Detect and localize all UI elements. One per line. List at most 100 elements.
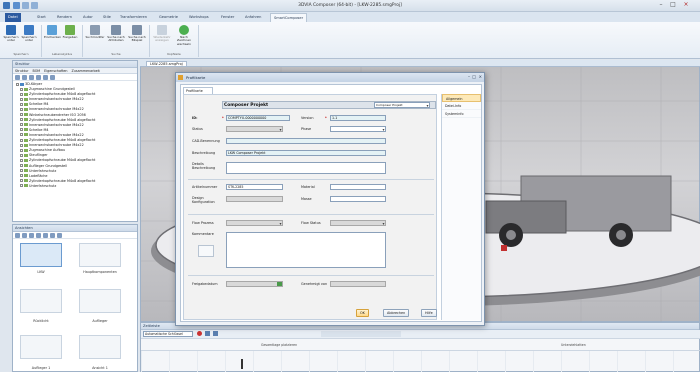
collapse-icon[interactable] xyxy=(22,75,27,80)
expand-toggle-icon[interactable] xyxy=(20,179,23,183)
search-example-button[interactable]: Suche nach Bilspiel xyxy=(127,25,147,43)
switch-drawing-button[interactable]: Nach Zeichnen wechseln xyxy=(173,25,195,46)
comments-field[interactable] xyxy=(226,232,386,268)
close-button[interactable]: × xyxy=(681,2,691,9)
tab-fenster[interactable]: Fenster xyxy=(218,13,237,22)
expand-toggle-icon[interactable] xyxy=(20,143,23,147)
phase-dropdown[interactable] xyxy=(330,126,386,132)
tab-transformieren[interactable]: Transformieren xyxy=(117,13,150,22)
subtab-bom[interactable]: BOM xyxy=(32,69,40,73)
sidebar-item-system-info[interactable]: Systeminfo xyxy=(442,110,481,118)
sidebar-item-file-info[interactable]: Datei-Info xyxy=(442,102,481,110)
dialog-minimize-button[interactable]: – xyxy=(468,74,470,79)
release-date-field[interactable] xyxy=(226,281,283,287)
visibility-icon[interactable] xyxy=(43,75,48,80)
expand-toggle-icon[interactable] xyxy=(20,107,23,111)
expand-toggle-icon[interactable] xyxy=(20,87,23,91)
subtab-structure[interactable]: Struktur xyxy=(15,69,28,73)
expand-toggle-icon[interactable] xyxy=(20,153,23,157)
expand-toggle-icon[interactable] xyxy=(20,169,23,173)
sidebar-item-general[interactable]: Allgemein xyxy=(442,94,481,102)
tab-start[interactable]: Start xyxy=(34,13,49,22)
search-modifier-button[interactable]: Suchmodifer xyxy=(85,25,105,39)
expand-toggle-icon[interactable] xyxy=(20,184,23,188)
id-field[interactable]: COMPTYU-0000000000 xyxy=(226,115,290,121)
view-thumbnail[interactable] xyxy=(20,243,62,267)
expand-toggle-icon[interactable] xyxy=(20,128,23,132)
details-field[interactable] xyxy=(226,162,386,174)
select-icon[interactable] xyxy=(36,75,41,80)
timeline-track[interactable] xyxy=(141,351,700,372)
dialog-maximize-button[interactable]: □ xyxy=(472,74,476,79)
save-button[interactable]: Speichern unter xyxy=(3,25,19,43)
expand-toggle-icon[interactable] xyxy=(20,164,23,167)
expand-toggle-icon[interactable] xyxy=(20,158,23,162)
play-icon[interactable] xyxy=(29,233,34,238)
checkin-button[interactable]: Einchecken xyxy=(44,25,61,39)
subtab-properties[interactable]: Eigenschaften xyxy=(44,69,67,73)
cancel-button[interactable]: Abbrechen xyxy=(383,309,410,317)
expand-toggle-icon[interactable] xyxy=(20,148,23,152)
flow-process-dropdown[interactable] xyxy=(226,220,283,226)
maximize-button[interactable]: □ xyxy=(668,2,678,9)
tab-geometrie[interactable]: Geometrie xyxy=(156,13,181,22)
timeline-ruler[interactable]: Gesamtlage platzieren Unterziehlatten xyxy=(141,341,700,351)
tab-rendern[interactable]: Rendern xyxy=(54,13,75,22)
tab-workshops[interactable]: Workshops xyxy=(186,13,212,22)
view-thumbnail[interactable] xyxy=(20,335,62,359)
playback-controls[interactable] xyxy=(321,331,401,337)
subtab-collaboration[interactable]: Zusammenarbeit xyxy=(72,69,100,73)
tab-anfahren[interactable]: Anfahren xyxy=(242,13,264,22)
dialog-close-button[interactable]: × xyxy=(479,74,482,79)
document-tab[interactable]: LKW-2285.smgProj xyxy=(146,61,187,67)
expand-toggle-icon[interactable] xyxy=(20,133,23,137)
view-thumbnail[interactable] xyxy=(79,289,121,313)
tab-datei[interactable]: Datei xyxy=(5,13,21,22)
stop-icon[interactable] xyxy=(213,331,218,336)
truck-icon[interactable] xyxy=(50,233,55,238)
expand-toggle-icon[interactable] xyxy=(20,102,23,106)
version-field[interactable]: 1.1 xyxy=(330,115,386,121)
truck-icon[interactable] xyxy=(57,233,62,238)
view-thumbnail[interactable] xyxy=(79,335,121,359)
playhead[interactable] xyxy=(241,359,243,369)
expand-icon[interactable] xyxy=(15,75,20,80)
truck-icon[interactable] xyxy=(43,233,48,238)
ok-button[interactable]: OK xyxy=(356,309,369,317)
play-icon[interactable] xyxy=(205,331,210,336)
expand-toggle-icon[interactable] xyxy=(20,123,23,127)
attach-icon[interactable] xyxy=(198,245,214,257)
description-field[interactable]: LKW Composer Projekt xyxy=(226,150,386,156)
save-as-button[interactable]: Speichern unter xyxy=(21,25,37,43)
flow-status-dropdown[interactable] xyxy=(330,220,386,226)
material-field[interactable] xyxy=(330,184,386,190)
status-dropdown[interactable] xyxy=(226,126,283,132)
mass-field[interactable] xyxy=(330,196,386,202)
record-icon[interactable] xyxy=(197,331,202,336)
minimize-button[interactable]: – xyxy=(656,2,666,9)
keyframe-mode-dropdown[interactable]: Automatische Schlüssel xyxy=(143,331,193,337)
tab-stile[interactable]: Stile xyxy=(100,13,114,22)
tab-profile-card[interactable]: Profilkarte xyxy=(183,87,213,94)
expand-toggle-icon[interactable] xyxy=(16,82,19,86)
expand-toggle-icon[interactable] xyxy=(20,118,23,122)
article-number-field[interactable]: STK-2285 xyxy=(226,184,283,190)
show-recurrence-button[interactable]: Wiederkehr anzeigen xyxy=(152,25,172,43)
release-button[interactable]: Freigeben xyxy=(62,25,78,39)
view-thumbnail[interactable] xyxy=(79,243,121,267)
new-view-icon[interactable] xyxy=(15,233,20,238)
calendar-icon[interactable] xyxy=(277,282,282,286)
expand-toggle-icon[interactable] xyxy=(20,174,23,178)
approved-by-field[interactable] xyxy=(330,281,386,287)
expand-toggle-icon[interactable] xyxy=(20,92,23,96)
cad-field[interactable] xyxy=(226,138,386,144)
tab-smartcomposer[interactable]: SmartComposer xyxy=(270,13,308,22)
camera-icon[interactable] xyxy=(36,233,41,238)
project-type-dropdown[interactable]: Composer Projekt xyxy=(374,102,430,108)
tree-item[interactable]: Unterfahrschutz xyxy=(15,184,135,189)
link-icon[interactable] xyxy=(50,75,55,80)
tab-autor[interactable]: Autor xyxy=(80,13,96,22)
expand-toggle-icon[interactable] xyxy=(20,138,23,142)
help-button[interactable]: Hilfe xyxy=(421,309,437,317)
expand-toggle-icon[interactable] xyxy=(20,113,23,117)
